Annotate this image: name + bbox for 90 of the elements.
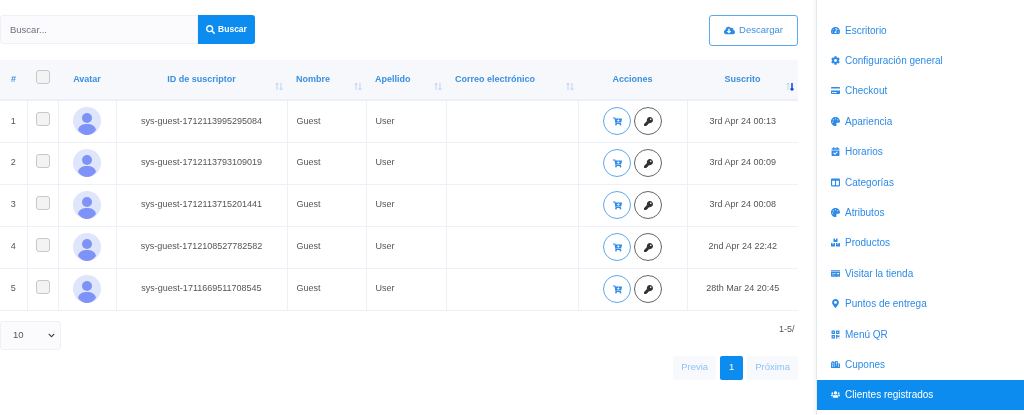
sidebar-item[interactable]: Puntos de entrega (817, 288, 1024, 319)
sidebar-item[interactable]: Horarios (817, 136, 1024, 167)
sidebar-item[interactable]: Clientes registrados (817, 379, 1024, 411)
columns-icon (831, 177, 840, 187)
column-header: Apellido (375, 73, 411, 84)
chevron-down-icon (48, 331, 55, 339)
table-cell: sys-guest-1712113995295084 (141, 115, 262, 126)
boxes-icon (831, 238, 840, 248)
checkbox[interactable] (35, 153, 50, 168)
settings-icon (831, 56, 840, 66)
key-icon (643, 158, 653, 168)
table-cell: 3rd Apr 24 00:08 (709, 199, 777, 210)
cart-icon (612, 200, 622, 210)
column-header: Suscrito (724, 73, 761, 84)
sidebar-item[interactable]: Menú QR (817, 318, 1024, 350)
search-button[interactable]: Buscar (198, 15, 255, 44)
table-cell: 2nd Apr 24 22:42 (708, 241, 778, 252)
search-icon (206, 25, 216, 34)
avatar-icon (73, 233, 101, 261)
download-button[interactable]: Descargar (709, 15, 798, 46)
column-header: Acciones (612, 73, 653, 84)
table-cell: sys-guest-1711669511708545 (141, 283, 262, 294)
table-cell: sys-guest-1712113793109019 (141, 157, 262, 168)
palette-icon (831, 208, 840, 218)
table-cell: Guest (296, 115, 321, 126)
key-icon (643, 242, 653, 252)
column-header: Correo electrónico (455, 73, 536, 84)
credit-card-icon (831, 86, 840, 96)
buildings-icon (831, 360, 840, 369)
column-header: Avatar (73, 73, 101, 84)
card-icon (831, 268, 840, 278)
table-cell: User (375, 157, 395, 168)
avatar-icon (73, 191, 101, 219)
checkbox[interactable] (35, 70, 50, 85)
sidebar-item[interactable]: Configuración general (817, 45, 1024, 76)
row-number: 3 (10, 199, 16, 210)
table-cell: User (375, 241, 395, 252)
sidebar-item[interactable]: Atributos (817, 197, 1024, 228)
table-cell: sys-guest-1712113715201441 (141, 199, 262, 210)
sidebar-item[interactable]: Cupones (817, 349, 1024, 380)
row-number: 2 (10, 157, 16, 168)
range-label: 1-5/ (779, 322, 796, 336)
checkbox[interactable] (35, 237, 50, 252)
sidebar-item[interactable]: Escritorio (817, 15, 1024, 46)
palette-icon (831, 116, 840, 126)
table-cell: Guest (296, 199, 321, 210)
avatar-icon (73, 149, 101, 177)
sort-icon[interactable] (786, 82, 794, 91)
map-pin-icon (831, 299, 840, 309)
key-icon (643, 284, 653, 294)
users-icon (831, 390, 840, 400)
sidebar-item[interactable]: Checkout (817, 75, 1024, 107)
qr-code-icon (831, 329, 840, 339)
search-field[interactable]: Buscar... (0, 15, 198, 44)
row-number: 1 (10, 115, 16, 126)
table-cell: User (375, 199, 395, 210)
cart-icon (612, 116, 622, 126)
table-cell: sys-guest-1712108527782582 (140, 241, 263, 252)
key-icon (643, 200, 653, 210)
table-cell: 3rd Apr 24 00:13 (709, 115, 777, 126)
cart-icon (612, 284, 622, 294)
page-size-select[interactable]: 10 (0, 320, 61, 350)
column-header: # (11, 73, 16, 84)
row-number: 5 (10, 283, 16, 294)
cart-icon (612, 242, 622, 252)
key-icon (643, 116, 653, 126)
avatar-icon (73, 275, 101, 303)
column-header: Nombre (296, 73, 330, 84)
table-cell: Guest (296, 283, 321, 294)
table-cell: Guest (296, 241, 321, 252)
cart-icon (612, 158, 622, 168)
table-cell: User (375, 283, 395, 294)
table-cell: User (375, 115, 395, 126)
sidebar-item[interactable]: Apariencia (817, 106, 1024, 137)
cloud-download-icon (724, 25, 736, 36)
calendar-icon (831, 147, 840, 157)
gauge-icon (831, 25, 840, 35)
row-number: 4 (10, 241, 16, 252)
sidebar-item[interactable]: Visitar la tienda (817, 258, 1024, 289)
avatar-icon (73, 107, 101, 136)
table-cell: Guest (296, 157, 321, 168)
table-cell: 3rd Apr 24 00:09 (709, 157, 777, 168)
checkbox[interactable] (35, 195, 50, 210)
checkbox[interactable] (35, 112, 50, 126)
sidebar-item[interactable]: Productos (817, 227, 1024, 259)
checkbox[interactable] (35, 279, 50, 294)
column-header: ID de suscriptor (167, 73, 236, 84)
page-button[interactable]: 1 (720, 355, 744, 380)
table-cell: 28th Mar 24 20:45 (706, 283, 780, 294)
sidebar-item[interactable]: Categorías (817, 166, 1024, 198)
